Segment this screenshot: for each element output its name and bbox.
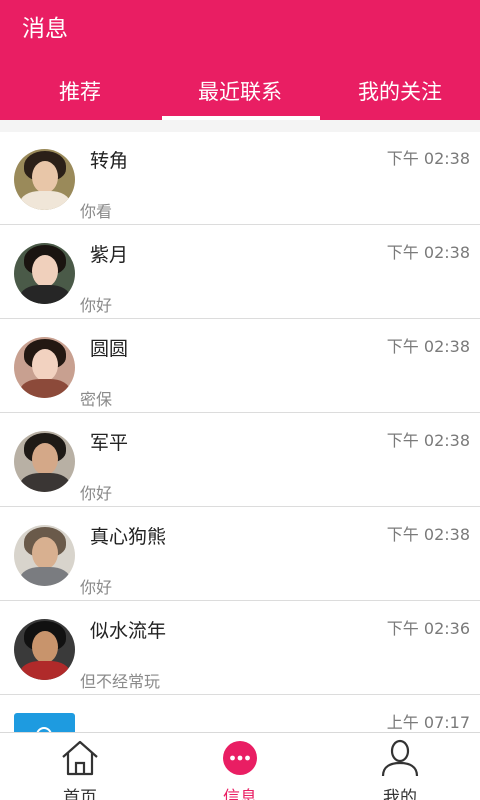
last-message: 你好 [80,296,113,315]
avatar [14,149,75,210]
avatar-body [20,191,70,210]
contact-name: 转角 [90,150,129,172]
last-message: 你好 [80,484,113,503]
last-message: 但不经常玩 [80,672,161,691]
conversation-row[interactable]: 似水流年 但不经常玩 下午 02:36 [0,602,480,695]
last-message: 密保 [80,390,113,409]
tab-bar: 推荐 最近联系 我的关注 [0,70,480,120]
avatar-body [20,661,70,680]
avatar-body [20,473,70,492]
nav-profile[interactable]: 我的 [320,733,480,800]
contact-name: 军平 [90,432,129,454]
avatar-face [32,161,58,193]
contact-name: 真心狗熊 [90,526,167,548]
avatar-face [32,537,58,569]
nav-label-profile: 我的 [383,788,417,800]
avatar [14,619,75,680]
user-icon [381,739,419,777]
avatar [14,243,75,304]
contact-name: 紫月 [90,244,129,266]
conversation-row[interactable]: 转角 你看 下午 02:38 [0,132,480,225]
avatar-body [20,285,70,304]
conversation-row[interactable]: 真心狗熊 你好 下午 02:38 [0,508,480,601]
conversation-row[interactable]: 上午 07:17 [0,696,480,732]
conversation-row[interactable]: 紫月 你好 下午 02:38 [0,226,480,319]
tab-my-follows[interactable]: 我的关注 [320,70,480,114]
avatar [14,337,75,398]
bottom-navigation: 首页 信息 我的 [0,732,480,800]
nav-messages[interactable]: 信息 [160,733,320,800]
nav-label-messages: 信息 [223,788,257,800]
tab-recent-contacts[interactable]: 最近联系 [160,70,320,114]
nav-home[interactable]: 首页 [0,733,160,800]
home-icon [62,740,98,776]
message-time: 上午 07:17 [386,713,470,732]
avatar-face [32,443,58,475]
message-time: 下午 02:38 [386,243,470,262]
avatar-body [20,379,70,398]
conversation-list: 转角 你看 下午 02:38 紫月 你好 下午 02:38 圆圆 密保 下午 0… [0,132,480,732]
contact-name: 圆圆 [90,338,129,360]
last-message: 你好 [80,578,113,597]
tab-recommend[interactable]: 推荐 [0,70,160,114]
app-icon [14,713,75,732]
avatar [14,525,75,586]
avatar-face [32,631,58,663]
nav-label-home: 首页 [63,788,97,800]
avatar-face [32,255,58,287]
header-divider [0,120,480,132]
avatar [14,431,75,492]
conversation-row[interactable]: 军平 你好 下午 02:38 [0,414,480,507]
message-time: 下午 02:38 [386,149,470,168]
avatar-face [32,349,58,381]
last-message: 你看 [80,202,113,221]
contact-name: 似水流年 [90,620,167,642]
chat-bubble-icon [223,741,257,775]
page-title: 消息 [22,16,68,42]
message-time: 下午 02:36 [386,619,470,638]
message-time: 下午 02:38 [386,337,470,356]
app-header: 消息 推荐 最近联系 我的关注 [0,0,480,120]
message-time: 下午 02:38 [386,525,470,544]
conversation-row[interactable]: 圆圆 密保 下午 02:38 [0,320,480,413]
avatar-body [20,567,70,586]
message-time: 下午 02:38 [386,431,470,450]
